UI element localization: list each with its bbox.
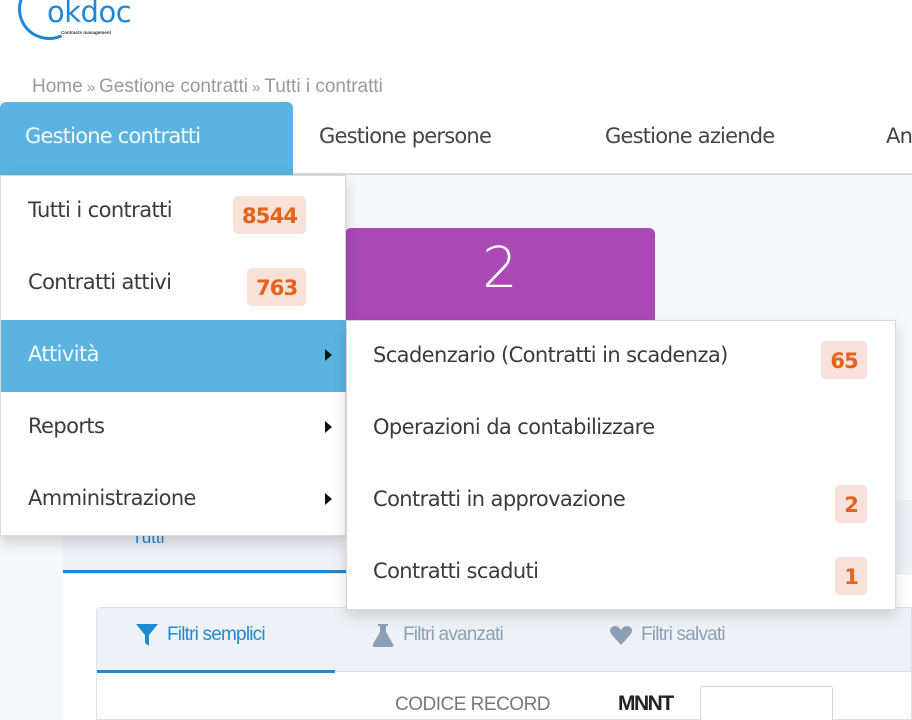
caret-right-icon (325, 349, 332, 361)
filters-box: Filtri semplici Filtri avanzati Filtri s… (96, 607, 912, 720)
menu-item-label: Attività (28, 342, 99, 366)
tab-label: Filtri avanzati (403, 624, 504, 645)
breadcrumb-home[interactable]: Home (32, 76, 83, 97)
gestione-contratti-menu: Tutti i contratti 8544 Contratti attivi … (0, 175, 346, 536)
submenu-item-label: Contratti in approvazione (373, 487, 626, 511)
codice-record-label: CODICE RECORD (395, 694, 551, 715)
heart-icon (610, 626, 632, 645)
active-tab-underline (97, 670, 335, 673)
nav-tab-gestione-persone[interactable]: Gestione persone (319, 102, 492, 175)
submenu-item-contratti-scaduti[interactable]: Contratti scaduti 1 (347, 537, 895, 609)
count-badge: 1 (835, 557, 867, 595)
codice-record-input[interactable] (700, 686, 833, 720)
breadcrumb: Home» Gestione contratti» Tutti i contratt… (32, 76, 383, 98)
menu-item-contratti-attivi[interactable]: Contratti attivi 763 (1, 248, 346, 320)
codice-record-prefix: MNNT (618, 692, 674, 715)
nav-tab-gestione-aziende[interactable]: Gestione aziende (605, 102, 775, 175)
nav-tab-gestione-contratti[interactable]: Gestione contratti (0, 102, 293, 175)
tab-label: Filtri salvati (641, 624, 726, 645)
count-badge: 65 (821, 341, 867, 379)
breadcrumb-current: Tutti i contratti (264, 76, 383, 97)
summary-card-value: 2 (482, 236, 518, 301)
logo-text: okdoc (47, 0, 132, 29)
submenu-item-label: Contratti scaduti (373, 559, 539, 583)
submenu-item-label: Scadenzario (Contratti in scadenza) (373, 343, 728, 367)
menu-item-tutti-i-contratti[interactable]: Tutti i contratti 8544 (1, 176, 346, 248)
tab-label: Filtri semplici (167, 624, 266, 645)
menu-item-label: Contratti attivi (28, 270, 172, 294)
nav-tab-truncated[interactable]: An (886, 102, 912, 175)
menu-item-label: Tutti i contratti (28, 198, 173, 222)
okdoc-logo[interactable]: okdoc Contracts management (9, 0, 132, 49)
caret-right-icon (325, 493, 332, 505)
flask-icon (372, 624, 394, 647)
breadcrumb-separator: » (86, 79, 96, 96)
funnel-icon (136, 624, 158, 646)
logo-tagline: Contracts management (61, 30, 112, 35)
breadcrumb-gestione-contratti[interactable]: Gestione contratti (99, 76, 248, 97)
tab-filtri-salvati[interactable]: Filtri salvati (609, 622, 726, 648)
submenu-item-contratti-in-approvazione[interactable]: Contratti in approvazione 2 (347, 465, 895, 537)
count-badge: 2 (835, 485, 867, 523)
filters-tabs: Filtri semplici Filtri avanzati Filtri s… (97, 608, 911, 673)
submenu-item-label: Operazioni da contabilizzare (373, 415, 655, 439)
submenu-item-operazioni-da-contabilizzare[interactable]: Operazioni da contabilizzare (347, 393, 895, 465)
attivita-submenu: Scadenzario (Contratti in scadenza) 65 O… (346, 320, 896, 610)
tab-filtri-semplici[interactable]: Filtri semplici (135, 622, 266, 648)
menu-item-attivita[interactable]: Attività (1, 320, 346, 392)
summary-card[interactable]: 2 (345, 228, 655, 328)
caret-right-icon (325, 421, 332, 433)
top-navigation: Gestione contratti Gestione persone Gest… (0, 102, 912, 175)
menu-item-reports[interactable]: Reports (1, 392, 346, 464)
menu-item-amministrazione[interactable]: Amministrazione (1, 464, 346, 536)
menu-item-label: Reports (28, 414, 105, 438)
menu-item-label: Amministrazione (28, 486, 196, 510)
count-badge: 763 (247, 268, 307, 306)
count-badge: 8544 (233, 196, 307, 234)
submenu-item-scadenzario[interactable]: Scadenzario (Contratti in scadenza) 65 (347, 321, 895, 393)
tab-filtri-avanzati[interactable]: Filtri avanzati (371, 622, 504, 648)
breadcrumb-separator: » (251, 79, 261, 96)
